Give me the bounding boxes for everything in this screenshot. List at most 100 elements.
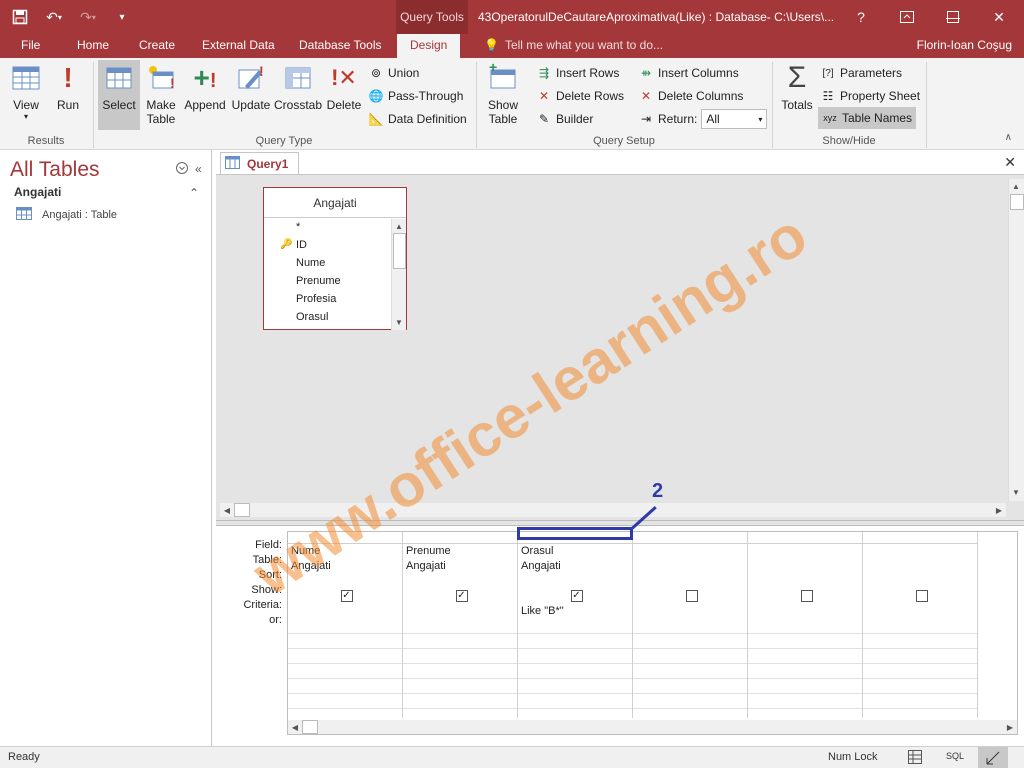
close-query-icon[interactable]: ✕ [1004, 154, 1016, 171]
redo-icon[interactable]: ↷ ▾ [76, 6, 100, 28]
make-table-button[interactable]: ! Make Table [142, 62, 180, 132]
or-cell[interactable] [518, 619, 632, 634]
delete-rows-button[interactable]: ✕ Delete Rows [536, 86, 624, 106]
data-definition-button[interactable]: 📐 Data Definition [368, 109, 467, 129]
delete-query-button[interactable]: !✕ Delete [325, 62, 363, 132]
field-cell[interactable]: Orasul [518, 544, 632, 559]
criteria-cell[interactable] [748, 604, 862, 619]
grid-column-empty[interactable] [748, 532, 863, 718]
table-cell[interactable] [748, 559, 862, 574]
show-checkbox[interactable] [915, 590, 928, 602]
close-window-icon[interactable]: ✕ [976, 0, 1022, 34]
sort-cell[interactable] [403, 574, 517, 589]
tab-create[interactable]: Create [139, 38, 175, 52]
field-list-angajati[interactable]: Angajati * 🔑 ID Nume Prenume Profesia Ora… [263, 187, 407, 330]
save-icon[interactable] [8, 6, 32, 28]
update-button[interactable]: ! Update [230, 62, 272, 132]
view-button[interactable]: View ▾ [4, 62, 48, 132]
criteria-cell[interactable] [288, 604, 402, 619]
field-cell[interactable] [633, 544, 747, 559]
append-button[interactable]: +! Append [182, 62, 228, 132]
field-list-item[interactable]: Nume [264, 254, 392, 272]
collapse-group-icon[interactable]: ⌃ [189, 186, 199, 200]
pass-through-button[interactable]: 🌐 Pass-Through [368, 86, 464, 106]
scroll-left-icon[interactable]: ◀ [288, 720, 302, 734]
shutter-bar-close-icon[interactable]: « [195, 162, 202, 176]
collapse-ribbon-icon[interactable]: ∧ [1005, 132, 1012, 143]
nav-pane-title[interactable]: All Tables [10, 158, 100, 182]
table-names-button[interactable]: xyz Table Names [818, 107, 917, 129]
tab-home[interactable]: Home [77, 38, 109, 52]
run-button[interactable]: ! Run [50, 62, 86, 132]
ribbon-display-options-icon[interactable] [884, 0, 930, 34]
insert-rows-button[interactable]: ⇶ Insert Rows [536, 63, 619, 83]
scroll-thumb[interactable] [302, 720, 318, 734]
column-selector[interactable] [403, 532, 517, 544]
show-cell[interactable]: ✓ [518, 589, 632, 604]
grid-column-empty[interactable] [863, 532, 978, 718]
sort-cell[interactable] [863, 574, 977, 589]
scroll-down-icon[interactable]: ▼ [392, 315, 406, 329]
sort-cell[interactable] [288, 574, 402, 589]
field-list-item[interactable]: Prenume [264, 272, 392, 290]
field-list-item[interactable]: Profesia [264, 290, 392, 308]
field-list-item[interactable]: 🔑 ID [264, 236, 392, 254]
query-design-pane[interactable]: Angajati * 🔑 ID Nume Prenume Profesia Ora… [216, 174, 1024, 520]
datasheet-view-icon[interactable] [908, 750, 922, 767]
scroll-up-icon[interactable]: ▲ [1009, 179, 1023, 193]
design-pane-hscroll[interactable]: ◀ ▶ [220, 503, 1006, 517]
undo-icon[interactable]: ↶ ▾ [42, 6, 66, 28]
grid-column-prenume[interactable]: Prenume Angajati ✓ [403, 532, 518, 718]
or-cell[interactable] [633, 619, 747, 634]
column-selector[interactable] [863, 532, 977, 544]
show-checkbox[interactable]: ✓ [455, 590, 468, 602]
criteria-cell[interactable] [863, 604, 977, 619]
sql-view-button[interactable]: SQL [946, 751, 964, 761]
user-name[interactable]: Florin-Ioan Coşug [917, 38, 1012, 52]
table-cell[interactable]: Angajati [518, 559, 632, 574]
return-select[interactable]: All ▾ [701, 109, 768, 129]
field-cell[interactable] [748, 544, 862, 559]
field-cell[interactable]: Nume [288, 544, 402, 559]
show-checkbox[interactable] [800, 590, 813, 602]
show-cell[interactable]: ✓ [403, 589, 517, 604]
criteria-cell[interactable] [403, 604, 517, 619]
union-button[interactable]: ⊚ Union [368, 63, 419, 83]
field-list-item[interactable]: * [264, 218, 392, 236]
field-list-scrollbar[interactable]: ▲ ▼ [391, 219, 406, 330]
or-cell[interactable] [403, 619, 517, 634]
table-cell[interactable] [633, 559, 747, 574]
or-cell[interactable] [863, 619, 977, 634]
tell-me-box[interactable]: 💡 Tell me what you want to do... [484, 38, 663, 52]
help-button[interactable]: ? [838, 0, 884, 34]
show-cell[interactable] [863, 589, 977, 604]
parameters-button[interactable]: [?] Parameters [820, 63, 902, 83]
nav-item-angajati-table[interactable]: Angajati : Table [16, 207, 117, 223]
column-selector[interactable] [748, 532, 862, 544]
show-table-button[interactable]: + Show Table [482, 59, 524, 132]
tab-external-data[interactable]: External Data [202, 38, 275, 52]
totals-button[interactable]: Σ Totals [778, 62, 816, 132]
field-cell[interactable] [863, 544, 977, 559]
tab-file[interactable]: File [21, 38, 40, 52]
design-view-icon[interactable] [978, 747, 1008, 768]
scroll-thumb[interactable] [234, 503, 250, 517]
field-cell[interactable]: Prenume [403, 544, 517, 559]
table-cell[interactable] [863, 559, 977, 574]
insert-columns-button[interactable]: ⇻ Insert Columns [638, 63, 739, 83]
select-query-button[interactable]: Select [98, 60, 140, 130]
scroll-thumb[interactable] [393, 233, 406, 269]
show-cell[interactable]: ✓ [288, 589, 402, 604]
column-selector[interactable] [288, 532, 402, 544]
grid-column-orasul[interactable]: Orasul Angajati ✓ Like "B*" [518, 532, 633, 718]
nav-group-header[interactable]: Angajati [14, 185, 61, 199]
query1-document-tab[interactable]: Query1 [220, 152, 300, 175]
sort-cell[interactable] [748, 574, 862, 589]
show-checkbox[interactable]: ✓ [340, 590, 353, 602]
customize-qat-icon[interactable]: ▾ [110, 6, 134, 28]
column-selector[interactable] [633, 532, 747, 544]
maximize-icon[interactable] [930, 0, 976, 34]
table-cell[interactable]: Angajati [288, 559, 402, 574]
design-pane-vscroll[interactable]: ▲ ▼ [1008, 179, 1024, 501]
design-grid[interactable]: Nume Angajati ✓ Prenume Angajati ✓ Orasu… [287, 531, 1018, 735]
